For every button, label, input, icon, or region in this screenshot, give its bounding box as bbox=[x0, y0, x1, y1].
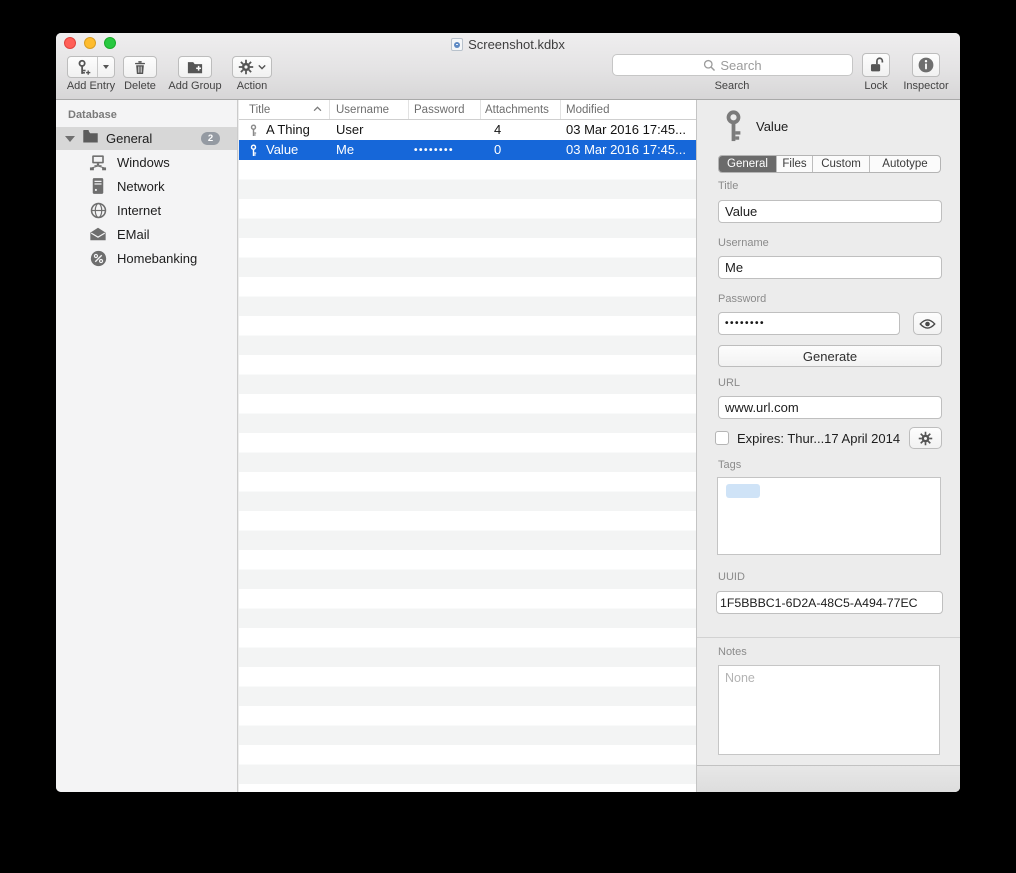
eye-icon bbox=[919, 318, 936, 330]
inspector-button[interactable] bbox=[912, 53, 940, 77]
sidebar-group-homebanking[interactable]: Homebanking bbox=[56, 246, 237, 270]
notes-field[interactable] bbox=[718, 665, 940, 755]
lock-label: Lock bbox=[864, 80, 887, 92]
unlocked-padlock-icon bbox=[868, 56, 885, 74]
expires-checkbox[interactable] bbox=[715, 431, 729, 445]
table-header: Title Username Password Attachments Modi… bbox=[239, 100, 696, 120]
username-field-label: Username bbox=[718, 237, 769, 249]
section-divider bbox=[697, 637, 960, 638]
sidebar-group-label: General bbox=[106, 131, 152, 146]
expires-label: Expires: Thur...17 April 2014 bbox=[737, 431, 900, 446]
uuid-field[interactable] bbox=[716, 591, 943, 614]
sidebar-group-label: Windows bbox=[117, 155, 170, 170]
tag-pill[interactable] bbox=[726, 484, 760, 498]
trash-icon bbox=[132, 59, 148, 76]
sidebar-group-label: EMail bbox=[117, 227, 150, 242]
sort-ascending-icon bbox=[313, 106, 322, 112]
table-row-selected[interactable]: Value Me •••••••• 0 03 Mar 2016 17:45... bbox=[239, 140, 696, 160]
column-header-title[interactable]: Title bbox=[239, 100, 330, 119]
add-entry-button[interactable] bbox=[67, 56, 115, 78]
folder-plus-icon bbox=[186, 59, 204, 75]
lock-button[interactable] bbox=[862, 53, 890, 77]
window-title: Screenshot.kdbx bbox=[56, 37, 960, 52]
tab-custom[interactable]: Custom bbox=[813, 156, 870, 172]
delete-label: Delete bbox=[124, 80, 156, 92]
search-label: Search bbox=[715, 80, 750, 92]
inspector-label: Inspector bbox=[903, 80, 948, 92]
column-header-attachments[interactable]: Attachments bbox=[481, 100, 561, 119]
window-chrome: Screenshot.kdbx Add Entry bbox=[56, 33, 960, 100]
search-placeholder: Search bbox=[720, 58, 761, 73]
add-entry-dropdown[interactable] bbox=[97, 57, 114, 77]
percent-icon bbox=[89, 249, 107, 267]
url-field[interactable] bbox=[718, 396, 942, 419]
entry-table: Title Username Password Attachments Modi… bbox=[239, 100, 696, 792]
sidebar-group-label: Homebanking bbox=[117, 251, 197, 266]
delete-button[interactable] bbox=[123, 56, 157, 78]
gear-icon bbox=[238, 59, 254, 75]
disclosure-triangle-icon[interactable] bbox=[65, 136, 75, 142]
sidebar-group-internet[interactable]: Internet bbox=[56, 198, 237, 222]
notes-field-label: Notes bbox=[718, 646, 747, 658]
title-field[interactable] bbox=[718, 200, 942, 223]
inspector-panel: Value General Files Custom Autotype Titl… bbox=[696, 100, 960, 792]
column-header-password[interactable]: Password bbox=[409, 100, 481, 119]
table-empty-stripes bbox=[239, 160, 696, 792]
tab-files[interactable]: Files bbox=[777, 156, 813, 172]
app-window: Screenshot.kdbx Add Entry bbox=[56, 33, 960, 792]
tab-autotype[interactable]: Autotype bbox=[870, 156, 940, 172]
action-label: Action bbox=[237, 80, 268, 92]
title-field-label: Title bbox=[718, 180, 738, 192]
content-area: Database General 2 bbox=[56, 100, 960, 792]
tags-box[interactable] bbox=[717, 477, 941, 555]
info-icon bbox=[917, 56, 935, 74]
sidebar-group-general[interactable]: General 2 bbox=[56, 127, 237, 150]
globe-icon bbox=[89, 201, 107, 219]
entry-key-icon bbox=[720, 110, 747, 143]
key-icon bbox=[248, 124, 259, 137]
sidebar-group-label: Internet bbox=[117, 203, 161, 218]
expires-settings-button[interactable] bbox=[909, 427, 942, 449]
entry-count-badge: 2 bbox=[201, 132, 220, 145]
sidebar-group-windows[interactable]: Windows bbox=[56, 150, 237, 174]
action-button[interactable] bbox=[232, 56, 272, 78]
envelope-icon bbox=[89, 225, 107, 243]
password-field[interactable] bbox=[718, 312, 900, 335]
add-group-label: Add Group bbox=[168, 80, 221, 92]
inspector-tabs: General Files Custom Autotype bbox=[718, 155, 941, 173]
table-row[interactable]: A Thing User 4 03 Mar 2016 17:45... bbox=[239, 120, 696, 140]
chevron-down-icon bbox=[258, 64, 266, 70]
tags-field-label: Tags bbox=[718, 459, 741, 471]
sidebar-group-email[interactable]: EMail bbox=[56, 222, 237, 246]
search-input[interactable]: Search bbox=[612, 54, 853, 76]
sidebar-section-header: Database bbox=[68, 109, 117, 121]
reveal-password-button[interactable] bbox=[913, 312, 942, 335]
generate-password-button[interactable]: Generate bbox=[718, 345, 942, 367]
server-icon bbox=[89, 177, 107, 195]
column-header-modified[interactable]: Modified bbox=[561, 100, 696, 119]
tab-general[interactable]: General bbox=[719, 156, 777, 172]
windows-icon bbox=[89, 153, 107, 171]
url-field-label: URL bbox=[718, 377, 740, 389]
key-plus-icon[interactable] bbox=[68, 57, 97, 77]
password-field-label: Password bbox=[718, 293, 766, 305]
add-entry-label: Add Entry bbox=[67, 80, 115, 92]
inspector-bottom-bar bbox=[697, 765, 960, 792]
search-icon bbox=[703, 59, 716, 72]
uuid-field-label: UUID bbox=[718, 571, 745, 583]
key-icon bbox=[248, 144, 259, 157]
document-icon bbox=[451, 38, 463, 51]
add-group-button[interactable] bbox=[178, 56, 212, 78]
sidebar-group-network[interactable]: Network bbox=[56, 174, 237, 198]
inspector-entry-title: Value bbox=[756, 119, 788, 134]
sidebar: Database General 2 bbox=[56, 100, 238, 792]
gear-icon bbox=[918, 431, 933, 446]
folder-icon bbox=[82, 129, 99, 148]
username-field[interactable] bbox=[718, 256, 942, 279]
column-header-username[interactable]: Username bbox=[330, 100, 409, 119]
sidebar-group-label: Network bbox=[117, 179, 165, 194]
